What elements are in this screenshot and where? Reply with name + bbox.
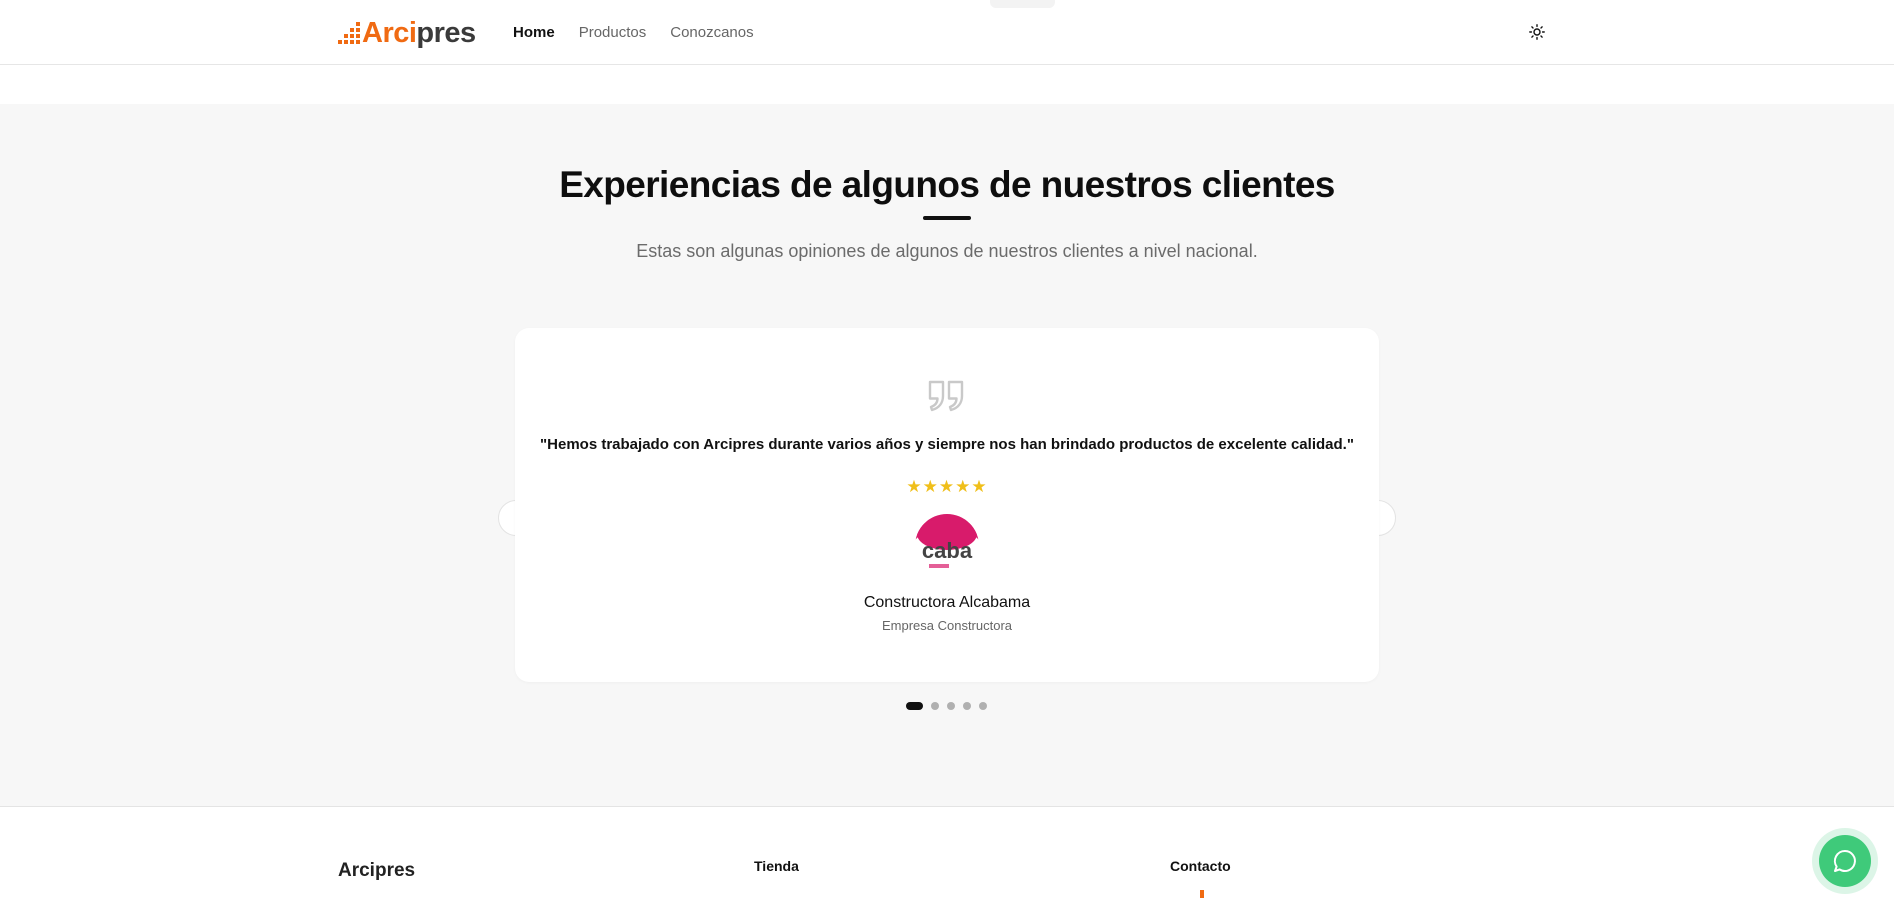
carousel-dot[interactable] — [979, 702, 987, 710]
rating-stars: ★★★★★ — [906, 477, 988, 496]
carousel-dot[interactable] — [947, 702, 955, 710]
carousel-pagination — [906, 702, 987, 710]
chat-button-inner — [1819, 835, 1871, 887]
logo-wordmark: Arcipres — [362, 16, 476, 49]
client-avatar: caba — [915, 514, 979, 578]
header-decoration — [990, 0, 1055, 8]
contact-icon — [1200, 890, 1204, 898]
logo-mark-icon — [338, 22, 360, 44]
author-name: Constructora Alcabama — [863, 594, 1031, 611]
svg-text:caba: caba — [922, 538, 973, 563]
nav-productos-link[interactable]: Productos — [579, 24, 647, 41]
theme-toggle-button[interactable] — [1525, 20, 1549, 44]
quote-icon — [928, 380, 964, 412]
client-logo-icon: caba — [915, 514, 979, 578]
title-underline — [923, 216, 971, 220]
nav-home-link[interactable]: Home — [513, 24, 555, 41]
main-nav: Home Productos Conozcanos — [513, 24, 754, 41]
site-header: Arcipres Home Productos Conozcanos — [0, 0, 1894, 65]
section-title: Experiencias de algunos de nuestros clie… — [559, 164, 1335, 205]
footer-col-tienda-heading: Tienda — [754, 858, 799, 874]
section-subtitle: Estas son algunas opiniones de algunos d… — [636, 241, 1258, 261]
chat-button[interactable] — [1812, 828, 1878, 894]
footer-col-contacto-heading: Contacto — [1170, 858, 1231, 874]
chat-bubble-icon — [1833, 849, 1856, 872]
carousel-dot[interactable] — [931, 702, 939, 710]
sun-icon — [1529, 24, 1545, 40]
author-role: Empresa Constructora — [881, 618, 1013, 633]
nav-conozcanos-link[interactable]: Conozcanos — [670, 24, 753, 41]
site-logo[interactable]: Arcipres — [338, 16, 476, 50]
testimonials-section: Experiencias de algunos de nuestros clie… — [0, 104, 1894, 807]
testimonial-quote: "Hemos trabajado con Arcipres durante va… — [540, 436, 1354, 453]
carousel-dot[interactable] — [906, 702, 923, 710]
footer-brand: Arcipres — [338, 860, 416, 881]
carousel-dot[interactable] — [963, 702, 971, 710]
testimonial-card: "Hemos trabajado con Arcipres durante va… — [515, 328, 1379, 682]
site-footer: Arcipres Tienda Contacto — [0, 808, 1894, 898]
